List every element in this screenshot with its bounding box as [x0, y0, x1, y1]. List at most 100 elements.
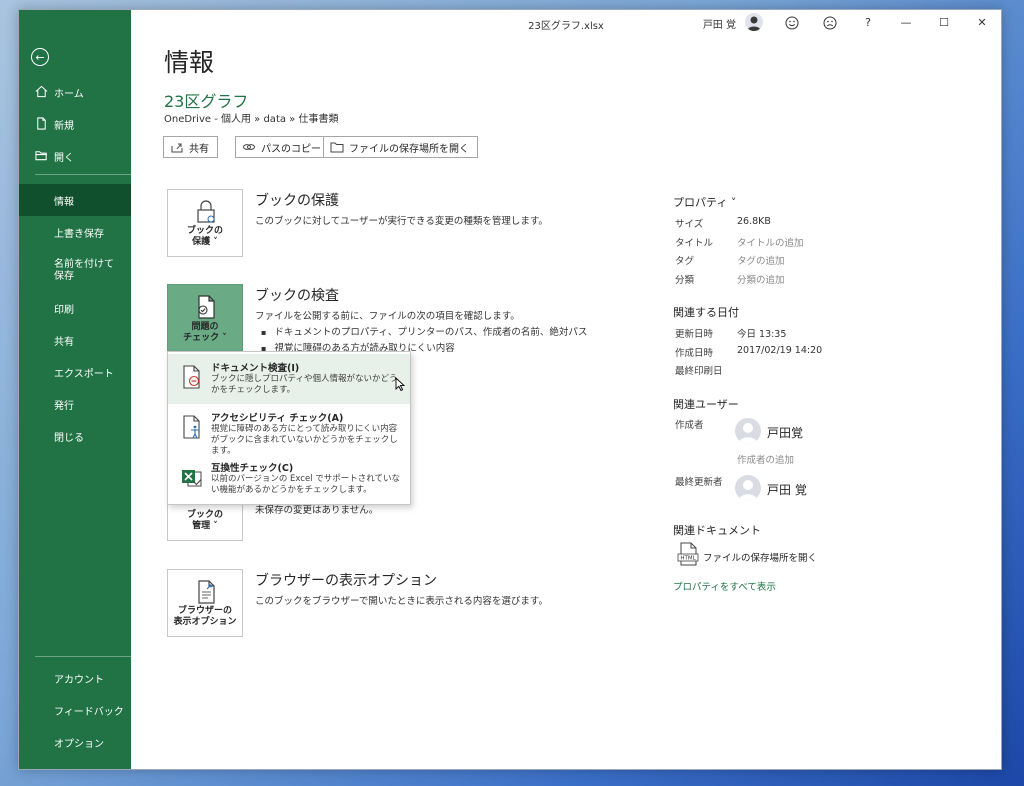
prop-key: 最終印刷日: [675, 366, 723, 377]
sidebar-item-publish[interactable]: 発行: [19, 390, 131, 418]
sidebar-item-label: 情報: [54, 196, 74, 208]
sidebar-item-label: エクスポート: [54, 368, 114, 380]
smile-feedback-icon[interactable]: [783, 14, 801, 32]
prop-key: 更新日時: [675, 329, 714, 340]
sidebar-item-label: 印刷: [54, 304, 74, 316]
tile-label: ブックの: [186, 226, 223, 236]
prop-key: タイトル: [675, 238, 714, 249]
sidebar-item-label: 名前を付けて保存: [54, 259, 114, 282]
protect-workbook-button[interactable]: ブックの 保護 ˅: [167, 189, 243, 257]
docs-heading: 関連ドキュメント: [673, 524, 761, 537]
show-all-properties-link[interactable]: プロパティをすべて表示: [673, 579, 776, 593]
prop-key: サイズ: [675, 219, 704, 230]
menu-item-title: アクセシビリティ チェック(A): [211, 413, 344, 424]
copy-path-button[interactable]: パスのコピー: [235, 136, 330, 158]
file-name: 23区グラフ: [164, 92, 249, 111]
prop-key: 作成日時: [675, 348, 714, 359]
help-icon[interactable]: ?: [859, 14, 877, 32]
sidebar-item-label: 新規: [54, 120, 74, 132]
section-desc: このブックに対してユーザーが実行できる変更の種類を管理します。: [255, 216, 548, 227]
prop-key: 最終更新者: [675, 477, 723, 488]
tile-label: 問題の: [191, 322, 219, 332]
sidebar-item-export[interactable]: エクスポート: [19, 358, 131, 386]
minimize-icon[interactable]: —: [897, 14, 915, 32]
home-icon: [35, 85, 48, 98]
prop-key: タグ: [675, 256, 695, 267]
prop-value: 2017/02/19 14:20: [737, 345, 823, 356]
tile-label: チェック ˅: [183, 333, 227, 343]
add-author-field[interactable]: 作成者の追加: [737, 452, 794, 466]
menu-item-inspect-document[interactable]: ドキュメント検査(I) ブックに隠しプロパティや個人情報がないかどうかをチェック…: [168, 354, 410, 404]
prop-title-field[interactable]: タイトルの追加: [737, 235, 804, 249]
tile-label: ブックの: [186, 510, 223, 520]
link-icon: [243, 144, 255, 150]
sidebar-item-account[interactable]: アカウント: [19, 664, 131, 692]
backstage-main: 情報 23区グラフ OneDrive - 個人用 » data » 仕事書類 共…: [131, 36, 1001, 769]
svg-text:HTML: HTML: [680, 556, 696, 562]
section-bullet: ドキュメントのプロパティ、プリンターのパス、作成者の名前、絶対パス: [261, 324, 587, 338]
accessibility-icon: [183, 415, 200, 439]
sidebar-item-share[interactable]: 共有: [19, 326, 131, 354]
menu-item-compatibility-check[interactable]: 互換性チェック(C) 以前のバージョンの Excel でサポートされていない機能…: [168, 454, 410, 504]
maximize-icon[interactable]: ☐: [935, 14, 953, 32]
modifier-name: 戸田 覚: [767, 483, 807, 497]
menu-item-desc: 以前のバージョンの Excel でサポートされていない機能があるかどうかをチェッ…: [211, 474, 400, 495]
sidebar-item-label: アカウント: [54, 674, 104, 686]
dates-heading: 関連する日付: [673, 306, 739, 319]
account-avatar[interactable]: [745, 13, 763, 31]
modifier-avatar: [735, 475, 761, 501]
sidebar-item-save[interactable]: 上書き保存: [19, 218, 131, 246]
title-bar: 23区グラフ.xlsx 戸田 覚 ? — ☐ ✕: [131, 10, 1001, 36]
open-location-label: ファイルの保存場所を開く: [349, 143, 469, 155]
lock-icon: [197, 200, 215, 223]
open-location-button[interactable]: ファイルの保存場所を開く: [323, 136, 478, 158]
page-title: 情報: [164, 48, 215, 77]
share-button[interactable]: 共有: [163, 136, 218, 158]
menu-item-desc: ブックに隠しプロパティや個人情報がないかどうかをチェックします。: [211, 374, 398, 395]
copy-path-label: パスのコピー: [261, 143, 321, 155]
menu-item-accessibility-check[interactable]: アクセシビリティ チェック(A) 視覚に障碍のある方にとって読み取りにくい内容が…: [168, 404, 410, 456]
sidebar-item-label: オプション: [54, 738, 104, 750]
sidebar-item-new[interactable]: 新規: [19, 110, 131, 138]
prop-category-field[interactable]: 分類の追加: [737, 272, 785, 286]
sidebar-item-info[interactable]: 情報: [19, 184, 131, 216]
prop-value: 今日 13:35: [737, 329, 787, 340]
sidebar-item-label: 閉じる: [54, 432, 84, 444]
users-heading: 関連ユーザー: [673, 398, 739, 411]
prop-key: 分類: [675, 275, 695, 286]
check-issues-button[interactable]: 問題の チェック ˅: [167, 284, 243, 353]
tile-label: 管理 ˅: [192, 521, 218, 531]
tile-label: ブラウザーの: [177, 606, 232, 616]
sidebar-item-feedback[interactable]: フィードバック: [19, 696, 131, 724]
sidebar-item-close[interactable]: 閉じる: [19, 422, 131, 450]
sidebar-item-label: 開く: [54, 152, 74, 164]
sidebar-item-home[interactable]: ホーム: [19, 78, 131, 106]
sidebar-divider: [35, 656, 131, 657]
browser-view-options-button[interactable]: ブラウザーの 表示オプション: [167, 569, 243, 637]
section-desc: ファイルを公開する前に、ファイルの次の項目を確認します。: [255, 311, 520, 322]
account-name[interactable]: 戸田 覚: [703, 16, 736, 31]
html-file-icon: HTML: [677, 542, 699, 566]
sidebar-divider: [35, 174, 131, 175]
section-title: ブックの保護: [255, 193, 339, 209]
back-arrow-icon[interactable]: ←: [31, 48, 49, 66]
prop-tag-field[interactable]: タグの追加: [737, 253, 785, 267]
sidebar-item-label: 共有: [54, 336, 74, 348]
close-icon[interactable]: ✕: [973, 14, 991, 32]
sidebar-item-label: 発行: [54, 400, 74, 412]
sidebar-item-save-as[interactable]: 名前を付けて保存: [19, 253, 119, 289]
sidebar-item-print[interactable]: 印刷: [19, 294, 131, 322]
sidebar-item-label: 上書き保存: [54, 228, 104, 240]
author-name: 戸田覚: [767, 426, 804, 440]
sidebar-item-open[interactable]: 開く: [19, 142, 131, 170]
menu-item-desc: 視覚に障碍のある方にとって読み取りにくい内容がブックに含まれていないかどうかをチ…: [211, 424, 398, 456]
properties-heading[interactable]: プロパティ ˅: [673, 194, 736, 210]
prop-value: 26.8KB: [737, 216, 771, 227]
backstage-sidebar: ← ホーム 新規 開く 情報 上書き保存 名前を付けて保存 印刷 共有 エクスポ…: [19, 10, 131, 769]
excel-compat-icon: [182, 470, 202, 487]
open-location-link[interactable]: ファイルの保存場所を開く: [703, 550, 817, 564]
sidebar-item-options[interactable]: オプション: [19, 728, 131, 756]
frown-feedback-icon[interactable]: [821, 14, 839, 32]
sidebar-item-label: フィードバック: [54, 706, 124, 718]
breadcrumb: OneDrive - 個人用 » data » 仕事書類: [164, 114, 339, 125]
